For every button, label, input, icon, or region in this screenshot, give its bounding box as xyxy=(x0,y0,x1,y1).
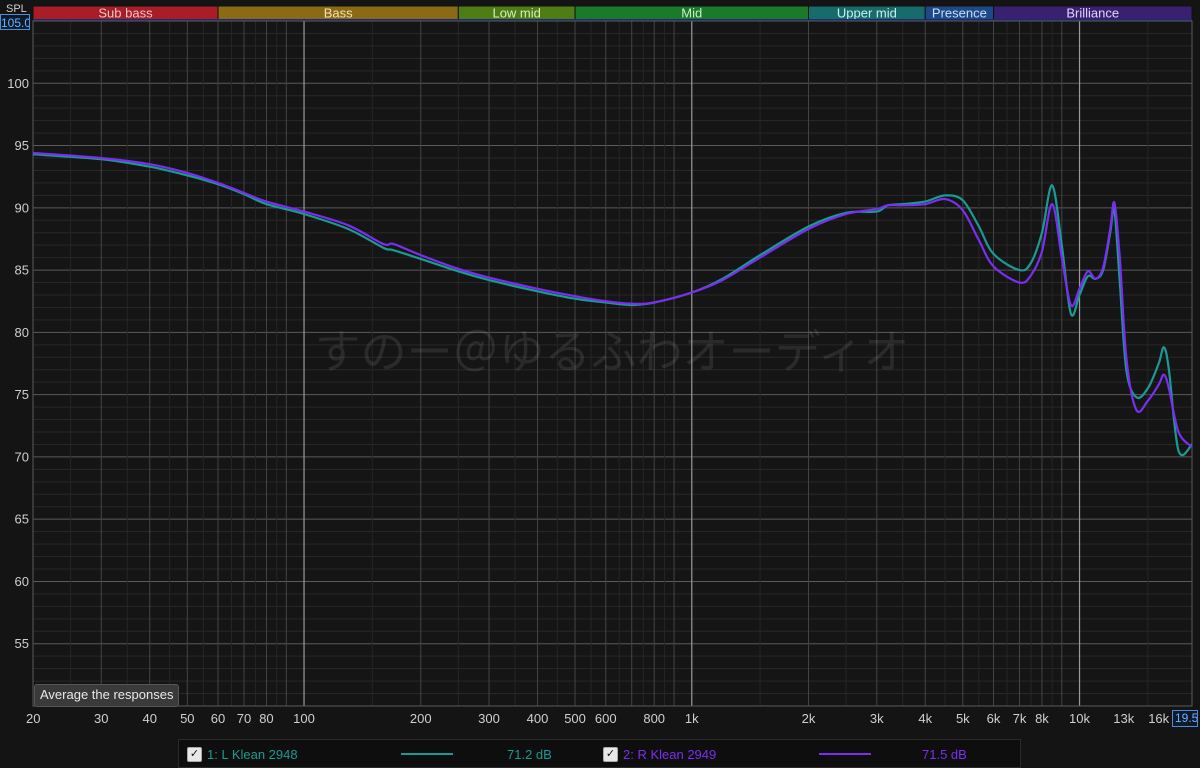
band-label-5: Presence xyxy=(932,6,987,21)
x-tick-label: 13k xyxy=(1113,711,1134,726)
legend-swatch-1 xyxy=(401,753,453,755)
legend-item-2[interactable]: ✓ 2: R Klean 2949 xyxy=(603,740,716,768)
band-label-4: Upper mid xyxy=(837,6,897,21)
x-tick-label: 10k xyxy=(1069,711,1090,726)
y-tick-label: 100 xyxy=(7,76,29,91)
band-label-2: Low mid xyxy=(492,6,540,21)
x-tick-label: 500 xyxy=(564,711,586,726)
x-tick-label: 5k xyxy=(956,711,970,726)
x-tick-label: 300 xyxy=(478,711,500,726)
x-tick-label: 3k xyxy=(870,711,884,726)
legend-value-1: 71.2 dB xyxy=(507,747,552,762)
band-label-6: Brilliance xyxy=(1066,6,1119,21)
band-label-1: Bass xyxy=(324,6,353,21)
legend-swatch-2 xyxy=(819,753,871,755)
y-axis-tick-labels: 55 60 65 70 75 80 85 90 95 100 xyxy=(7,76,29,651)
x-tick-label: 60 xyxy=(211,711,225,726)
x-tick-label: 30 xyxy=(94,711,108,726)
frequency-response-app: Sub bass Bass Low mid Mid Upper mid Presence B… xyxy=(0,0,1200,768)
x-tick-label: 600 xyxy=(595,711,617,726)
x-max-input[interactable]: 19.5 xyxy=(1172,710,1198,727)
band-label-0: Sub bass xyxy=(98,6,153,21)
x-tick-label: 8k xyxy=(1035,711,1049,726)
frequency-band-bar: Sub bass Bass Low mid Mid Upper mid Presence B… xyxy=(32,5,1193,21)
x-tick-label: 7k xyxy=(1013,711,1027,726)
x-tick-label: 20 xyxy=(26,711,40,726)
average-responses-button[interactable]: Average the responses xyxy=(34,684,180,707)
legend-item-1[interactable]: ✓ 1: L Klean 2948 xyxy=(187,740,298,768)
y-tick-label: 80 xyxy=(15,325,29,340)
y-tick-label: 75 xyxy=(15,387,29,402)
x-tick-label: 800 xyxy=(643,711,665,726)
y-tick-label: 95 xyxy=(15,138,29,153)
y-tick-label: 55 xyxy=(15,636,29,651)
y-tick-label: 65 xyxy=(15,512,29,527)
x-tick-label: 400 xyxy=(527,711,549,726)
legend-name-1: 1: L Klean 2948 xyxy=(207,746,298,762)
checkbox-2[interactable]: ✓ xyxy=(603,746,618,762)
legend-name-2: 2: R Klean 2949 xyxy=(623,746,717,762)
checkbox-1[interactable]: ✓ xyxy=(187,746,202,762)
frequency-response-chart: Sub bass Bass Low mid Mid Upper mid Presence B… xyxy=(7,5,1193,726)
x-tick-label: 6k xyxy=(987,711,1001,726)
legend-bar: ✓ 1: L Klean 2948 71.2 dB ✓ 2: R Klean 2… xyxy=(178,739,1021,768)
x-tick-label: 200 xyxy=(410,711,432,726)
x-tick-label: 70 xyxy=(237,711,251,726)
y-tick-label: 90 xyxy=(15,200,29,215)
legend-value-2: 71.5 dB xyxy=(922,747,967,762)
y-max-input[interactable]: 105.00 xyxy=(0,14,30,30)
watermark: すのー＠ゆるふわオーディオ xyxy=(315,325,910,379)
x-tick-label: 16k xyxy=(1148,711,1169,726)
x-axis-tick-labels: 20 30 40 50 60 70 80 100 200 300 400 500 600 800 1k 2k 3… xyxy=(26,711,1170,726)
x-tick-label: 40 xyxy=(142,711,156,726)
y-tick-label: 70 xyxy=(15,449,29,464)
x-tick-label: 4k xyxy=(918,711,932,726)
band-label-3: Mid xyxy=(681,6,702,21)
x-tick-label: 2k xyxy=(802,711,816,726)
x-tick-label: 80 xyxy=(259,711,273,726)
y-tick-label: 85 xyxy=(15,263,29,278)
x-tick-label: 1k xyxy=(685,711,699,726)
y-tick-label: 60 xyxy=(15,574,29,589)
x-tick-label: 50 xyxy=(180,711,194,726)
x-tick-label: 100 xyxy=(293,711,315,726)
